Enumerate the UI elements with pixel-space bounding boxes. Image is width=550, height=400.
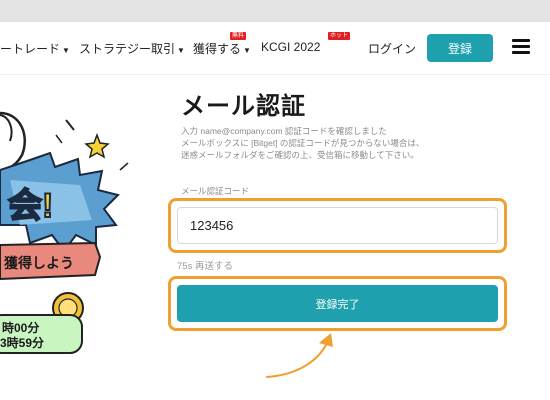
- nav-item-kcgi[interactable]: KCGI 2022: [261, 40, 320, 54]
- nav-item-trade[interactable]: ートレード ▼: [0, 40, 70, 57]
- resend-link[interactable]: 75s 再送する: [177, 258, 233, 272]
- description-line-3: 迷惑メールフォルダをご確認の上、受信箱に移動して下さい。: [181, 150, 419, 160]
- hot-badge: ホット: [328, 32, 351, 40]
- promo-ribbon-text: 獲得しよう: [4, 255, 74, 271]
- nav-item-kcgi-label: KCGI 2022: [261, 40, 321, 54]
- promo-banner: 会! 獲得しよう 時00分 3時59分: [0, 75, 170, 400]
- chevron-down-icon: ▼: [62, 46, 70, 55]
- promo-illustration: 会! 獲得しよう 時00分 3時59分: [0, 111, 129, 354]
- page-title: メール認証: [181, 93, 306, 120]
- pointer-arrow-icon: [266, 333, 333, 378]
- verification-description: 入力 name@company.com 認証コードを確認しました メールボックス…: [181, 125, 501, 161]
- signup-button[interactable]: 登録: [427, 34, 493, 62]
- chevron-down-icon: ▼: [177, 46, 185, 55]
- promo-timer-line2: 3時59分: [0, 335, 44, 350]
- hamburger-menu-icon[interactable]: [512, 39, 530, 55]
- promo-timer-line1: 時00分: [2, 320, 39, 335]
- code-field-label: メール認証コード: [181, 186, 250, 196]
- promo-headline: 会!: [8, 187, 53, 225]
- nav-item-strategy-label: ストラテジー取引: [79, 42, 176, 56]
- nav-item-earn-label: 獲得する: [193, 42, 242, 56]
- chevron-down-icon: ▼: [243, 46, 251, 55]
- nav-item-earn[interactable]: 獲得する ▼: [193, 40, 251, 57]
- description-line-1: 入力 name@company.com 認証コードを確認しました: [181, 126, 387, 136]
- free-badge: 無料: [230, 32, 247, 40]
- complete-registration-button[interactable]: 登録完了: [177, 285, 498, 322]
- nav-item-trade-label: ートレード: [0, 42, 61, 56]
- browser-top-strip: [0, 0, 550, 22]
- login-link[interactable]: ログイン: [368, 40, 416, 57]
- top-navbar: ートレード ▼ ストラテジー取引 ▼ 獲得する ▼ 無料 KCGI 2022 ホット …: [0, 22, 550, 75]
- email-code-input[interactable]: [177, 207, 498, 244]
- description-line-2: メールボックスに [Bitget] の認証コードが見つからない場合は、: [181, 138, 425, 148]
- nav-item-strategy[interactable]: ストラテジー取引 ▼: [79, 40, 185, 57]
